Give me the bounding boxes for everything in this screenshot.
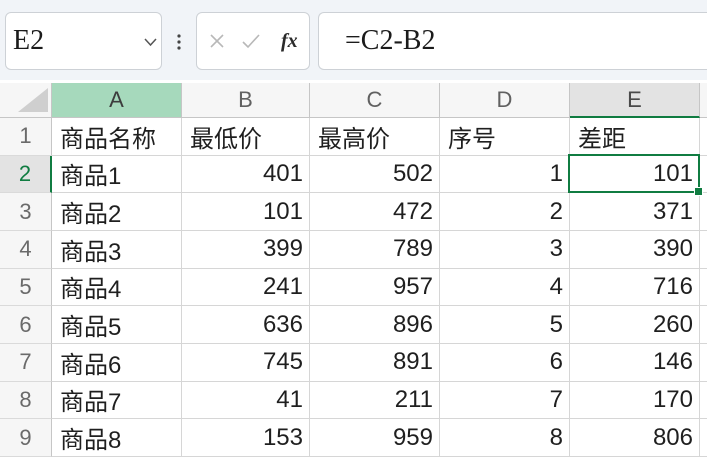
cell-e5[interactable]: 716 [570, 268, 700, 307]
column-header-a[interactable]: A [52, 83, 182, 118]
column-header-c[interactable]: C [310, 83, 440, 118]
cell-c1[interactable]: 最高价 [310, 118, 440, 156]
cell-e7[interactable]: 146 [570, 343, 700, 382]
column-header-d[interactable]: D [440, 83, 570, 118]
cell-b5[interactable]: 241 [182, 268, 310, 307]
cell-d7[interactable]: 6 [440, 343, 570, 382]
formula-input[interactable]: =C2-B2 [318, 12, 707, 70]
cell-f7-partial[interactable] [700, 344, 707, 382]
cell-a4[interactable]: 商品3 [52, 230, 182, 269]
cell-a1[interactable]: 商品名称 [52, 118, 182, 156]
cell-a2[interactable]: 商品1 [52, 155, 182, 194]
column-header-f-partial[interactable] [700, 83, 707, 118]
row-header-2[interactable]: 2 [0, 155, 52, 194]
more-vertical-icon[interactable] [176, 34, 182, 50]
cell-a5[interactable]: 商品4 [52, 268, 182, 307]
cell-a8[interactable]: 商品7 [52, 381, 182, 420]
cell-f6-partial[interactable] [700, 306, 707, 344]
cell-d6[interactable]: 5 [440, 306, 570, 344]
cell-d2[interactable]: 1 [440, 155, 570, 194]
row-header-6[interactable]: 6 [0, 306, 52, 344]
select-all-corner[interactable] [0, 83, 52, 118]
cell-c9[interactable]: 959 [310, 419, 440, 457]
row-header-8[interactable]: 8 [0, 381, 52, 420]
name-box-value[interactable]: E2 [13, 13, 44, 69]
cell-e3[interactable]: 371 [570, 193, 700, 231]
cell-c4[interactable]: 789 [310, 230, 440, 269]
row-header-4[interactable]: 4 [0, 230, 52, 269]
cell-c8[interactable]: 211 [310, 381, 440, 420]
cell-c7[interactable]: 891 [310, 343, 440, 382]
cell-b3[interactable]: 101 [182, 193, 310, 231]
cell-f1-partial[interactable] [700, 118, 707, 156]
cell-b4[interactable]: 399 [182, 230, 310, 269]
cell-b6[interactable]: 636 [182, 306, 310, 344]
cell-e6[interactable]: 260 [570, 306, 700, 344]
cell-e4[interactable]: 390 [570, 230, 700, 269]
cell-f4-partial[interactable] [700, 231, 707, 269]
insert-function-button[interactable]: fx [281, 13, 298, 69]
row-header-7[interactable]: 7 [0, 343, 52, 382]
cell-a9[interactable]: 商品8 [52, 419, 182, 457]
cell-c5[interactable]: 957 [310, 268, 440, 307]
column-header-b[interactable]: B [182, 83, 310, 118]
cell-a7[interactable]: 商品6 [52, 343, 182, 382]
cell-b1[interactable]: 最低价 [182, 118, 310, 156]
cell-a3[interactable]: 商品2 [52, 193, 182, 231]
cell-d4[interactable]: 3 [440, 230, 570, 269]
name-box[interactable]: E2 [5, 12, 162, 70]
row-header-1[interactable]: 1 [0, 118, 52, 156]
select-all-triangle-icon [18, 88, 48, 112]
cell-f9-partial[interactable] [700, 419, 707, 457]
cell-c3[interactable]: 472 [310, 193, 440, 231]
cell-b2[interactable]: 401 [182, 155, 310, 194]
fill-handle[interactable] [694, 187, 703, 197]
check-icon[interactable] [242, 33, 260, 49]
cell-d1[interactable]: 序号 [440, 118, 570, 156]
cell-d5[interactable]: 4 [440, 268, 570, 307]
cell-d8[interactable]: 7 [440, 381, 570, 420]
row-header-9[interactable]: 9 [0, 419, 52, 457]
cell-b7[interactable]: 745 [182, 343, 310, 382]
cell-c2[interactable]: 502 [310, 155, 440, 194]
formula-buttons: fx [196, 12, 310, 70]
cell-f3-partial[interactable] [700, 193, 707, 231]
cell-e2-value: 101 [652, 159, 693, 187]
cell-f5-partial[interactable] [700, 269, 707, 307]
cell-c6[interactable]: 896 [310, 306, 440, 344]
cell-d9[interactable]: 8 [440, 419, 570, 457]
column-header-e[interactable]: E [570, 83, 700, 118]
row-header-3[interactable]: 3 [0, 193, 52, 231]
row-header-5[interactable]: 5 [0, 268, 52, 307]
cell-e1[interactable]: 差距 [570, 118, 700, 156]
formula-bar: E2 fx =C2-B2 [0, 0, 707, 80]
cell-e8[interactable]: 170 [570, 381, 700, 420]
cell-e9[interactable]: 806 [570, 419, 700, 457]
cell-a6[interactable]: 商品5 [52, 306, 182, 344]
cell-e2-selected[interactable]: 101 [568, 153, 703, 197]
cell-f8-partial[interactable] [700, 382, 707, 420]
worksheet-grid: A B C D E 1 商品名称 最低价 最高价 序号 差距 2 商品1 401… [0, 83, 707, 457]
formula-text[interactable]: =C2-B2 [345, 13, 435, 69]
cell-d3[interactable]: 2 [440, 193, 570, 231]
chevron-down-icon[interactable] [144, 38, 157, 47]
close-icon[interactable] [209, 33, 225, 49]
cell-b9[interactable]: 153 [182, 419, 310, 457]
cell-b8[interactable]: 41 [182, 381, 310, 420]
